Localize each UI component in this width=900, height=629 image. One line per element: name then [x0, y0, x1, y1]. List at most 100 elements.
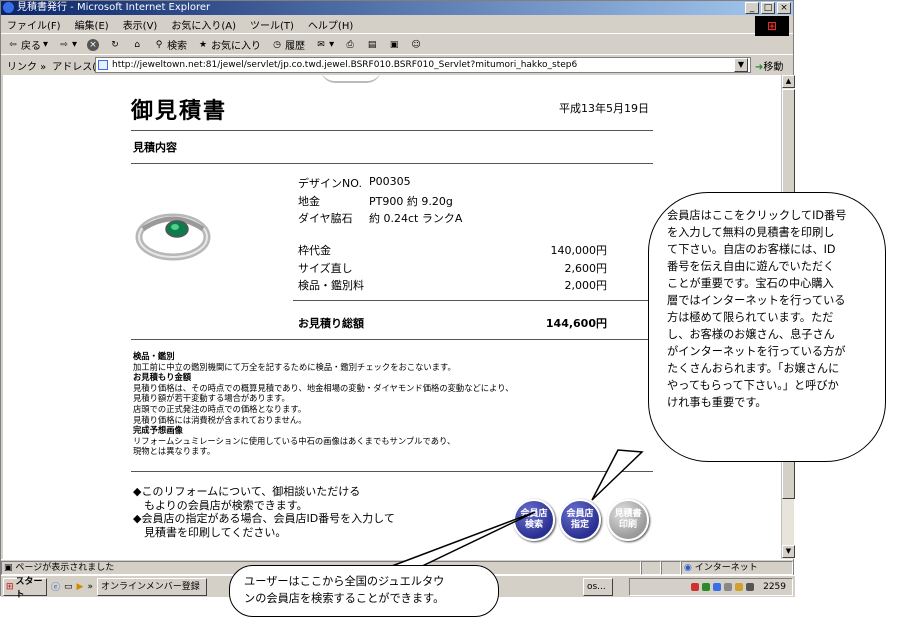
system-tray: 2259: [629, 578, 793, 596]
print-quote-button[interactable]: 見積書 印刷: [607, 499, 649, 541]
member-specify-button[interactable]: 会員店 指定: [559, 499, 601, 541]
tray-icon[interactable]: [735, 583, 744, 591]
menu-file[interactable]: ファイル(F): [7, 17, 61, 32]
search-button[interactable]: ⚲ 検索: [153, 37, 187, 53]
tray-icon[interactable]: [746, 583, 755, 591]
note-text: 見積り価格には消費税が含まれておりません。: [133, 414, 307, 425]
print-button[interactable]: ⎙: [344, 39, 356, 51]
speaker-icon[interactable]: [724, 583, 733, 591]
mail-button[interactable]: ✉ ▾: [315, 39, 334, 51]
edit-button[interactable]: ▤: [366, 39, 378, 51]
maximize-button[interactable]: □: [761, 2, 775, 14]
refresh-button[interactable]: ↻: [109, 39, 121, 51]
bullet-line: ◆会員店の指定がある場合、会員店ID番号を入力して: [133, 512, 395, 525]
bullet-line: ◆このリフォームについて、御相談いただける: [133, 485, 361, 498]
spec-value: 約 0.24ct ランクA: [369, 212, 463, 225]
address-input[interactable]: http://jeweltown.net:81/jewel/servlet/jp…: [95, 57, 751, 73]
note-heading: 完成予想画像: [133, 425, 183, 436]
spec-label: 地金: [298, 195, 320, 208]
quick-launch-desktop-icon[interactable]: ▭: [64, 582, 73, 592]
discuss-button[interactable]: ▣: [388, 39, 400, 51]
quick-launch-more-icon[interactable]: »: [87, 582, 93, 592]
print-icon: ⎙: [346, 39, 354, 50]
section-title: 見積内容: [133, 141, 177, 154]
fee-amount: 140,000円: [550, 244, 608, 257]
note-text: 現物とは異なります。: [133, 446, 216, 457]
divider: [131, 471, 653, 472]
ring-image: [135, 213, 211, 261]
bullet-line: もよりの会員店が検索できます。: [133, 498, 308, 512]
messenger-button[interactable]: ☺: [410, 39, 422, 51]
fee-label: 枠代金: [298, 244, 331, 257]
start-button[interactable]: ⊞ スタート: [3, 577, 47, 600]
tray-icon[interactable]: [691, 583, 700, 591]
menu-tools[interactable]: ツール(T): [250, 17, 294, 32]
forward-arrow-icon: ⇨: [60, 39, 68, 50]
note-heading: 検品・鑑別: [133, 351, 175, 361]
go-button[interactable]: ➜移動: [755, 58, 783, 73]
divider: [131, 163, 653, 164]
ie-icon: [3, 2, 14, 13]
menu-help[interactable]: ヘルプ(H): [308, 17, 353, 32]
print-quote-label: 見積書 印刷: [614, 509, 642, 530]
home-icon: ⌂: [134, 39, 140, 50]
page-icon: [98, 60, 108, 70]
close-button[interactable]: ×: [777, 2, 791, 14]
title-bar: 見積書発行 - Microsoft Internet Explorer _ □ …: [1, 1, 793, 15]
menu-edit[interactable]: 編集(E): [75, 17, 109, 32]
address-dropdown[interactable]: ▼: [734, 58, 748, 72]
info-bullets: ◆このリフォームについて、御相談いただける もよりの会員店が検索できます。 ◆会…: [133, 485, 493, 539]
fee-amount: 2,600円: [564, 262, 608, 275]
note-heading: お見積もり金額: [133, 372, 192, 383]
tray-icon[interactable]: [713, 583, 722, 591]
links-label[interactable]: リンク »: [7, 58, 46, 73]
note-text: リフォームシュミレーションに使用している中石の画像はあくまでもサンプルであり、: [133, 435, 456, 446]
tray-icon[interactable]: [702, 583, 711, 591]
clock: 2259: [763, 582, 786, 592]
toolbar: ⇦ 戻る ▾ ⇨ ▾ × ↻ ⌂ ⚲ 検索 ★ お気に入り ◷ 履歴 ✉ ▾ ⎙ ▤ ▣ …: [1, 35, 793, 55]
taskbar-task[interactable]: オンラインメンバー登録: [96, 577, 207, 596]
divider: [293, 300, 653, 301]
spec-label: デザインNO.: [298, 177, 362, 190]
spec-value: PT900 約 9.20g: [369, 195, 453, 208]
member-callout: 会員店はここをクリックしてID番号 を入力して無料の見積書を印刷し て下さい。自…: [648, 192, 886, 462]
history-button[interactable]: ◷ 履歴: [271, 37, 305, 53]
globe-icon: ◉: [684, 562, 692, 573]
menu-view[interactable]: 表示(V): [123, 17, 158, 32]
menu-favorites[interactable]: お気に入り(A): [171, 17, 236, 32]
window-title: 見積書発行 - Microsoft Internet Explorer: [17, 2, 211, 13]
history-icon: ◷: [273, 39, 281, 50]
taskbar-task[interactable]: os...: [582, 577, 613, 596]
scroll-down-arrow-icon[interactable]: ▼: [782, 545, 795, 558]
back-arrow-icon: ⇦: [9, 39, 17, 50]
zone-cell: ◉ インターネット: [681, 560, 793, 575]
scroll-up-arrow-icon[interactable]: ▲: [782, 75, 795, 88]
note-text: 見積り価格は、その時点での概算見積であり、地金相場の変動・ダイヤモンド価格の変動…: [133, 382, 514, 393]
fee-amount: 2,000円: [564, 279, 608, 292]
note-text: 加工前に中立の鑑別機関にて万全を記するために検品・鑑別チェックをおこないます。: [133, 361, 456, 372]
back-button[interactable]: ⇦ 戻る ▾: [7, 37, 48, 52]
note-text: 店頭での正式発注の時点での価格となります。: [133, 403, 307, 414]
mail-icon: ✉: [317, 39, 325, 50]
favorites-button[interactable]: ★ お気に入り: [197, 37, 261, 53]
spec-label: ダイヤ脇石: [298, 212, 353, 225]
refresh-icon: ↻: [111, 39, 119, 50]
spec-value: P00305: [369, 175, 411, 188]
member-specify-label: 会員店 指定: [566, 509, 594, 530]
divider: [131, 130, 653, 131]
edit-icon: ▤: [367, 39, 377, 50]
stop-button[interactable]: ×: [87, 38, 100, 51]
bullet-line: 見積書を印刷してください。: [133, 525, 287, 539]
fee-label: サイズ直し: [298, 262, 353, 275]
windows-flag-icon: ⊞: [6, 581, 14, 592]
quick-launch-ie-icon[interactable]: ⓔ: [51, 580, 60, 593]
user-callout: ユーザーはここから全国のジュエルタウ ンの会員店を検索することができます。: [229, 565, 499, 617]
quick-launch-media-icon[interactable]: ▶: [77, 582, 84, 592]
page-title: 御見積書: [131, 99, 228, 124]
forward-button[interactable]: ⇨ ▾: [58, 39, 77, 51]
total-amount: 144,600円: [545, 317, 607, 330]
member-search-button[interactable]: 会員店 検索: [513, 499, 555, 541]
home-button[interactable]: ⌂: [131, 39, 143, 51]
quote-date: 平成13年5月19日: [559, 102, 649, 115]
minimize-button[interactable]: _: [745, 2, 759, 14]
